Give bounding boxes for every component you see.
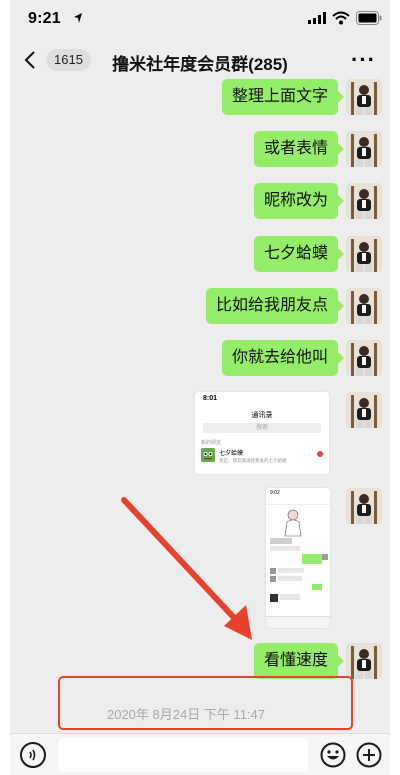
app-frame: 9:21 1615 撸米社年度会员群(285) ··· 整理上面文字 或者表情 … [0, 0, 400, 775]
annotation-arrow [121, 497, 252, 640]
